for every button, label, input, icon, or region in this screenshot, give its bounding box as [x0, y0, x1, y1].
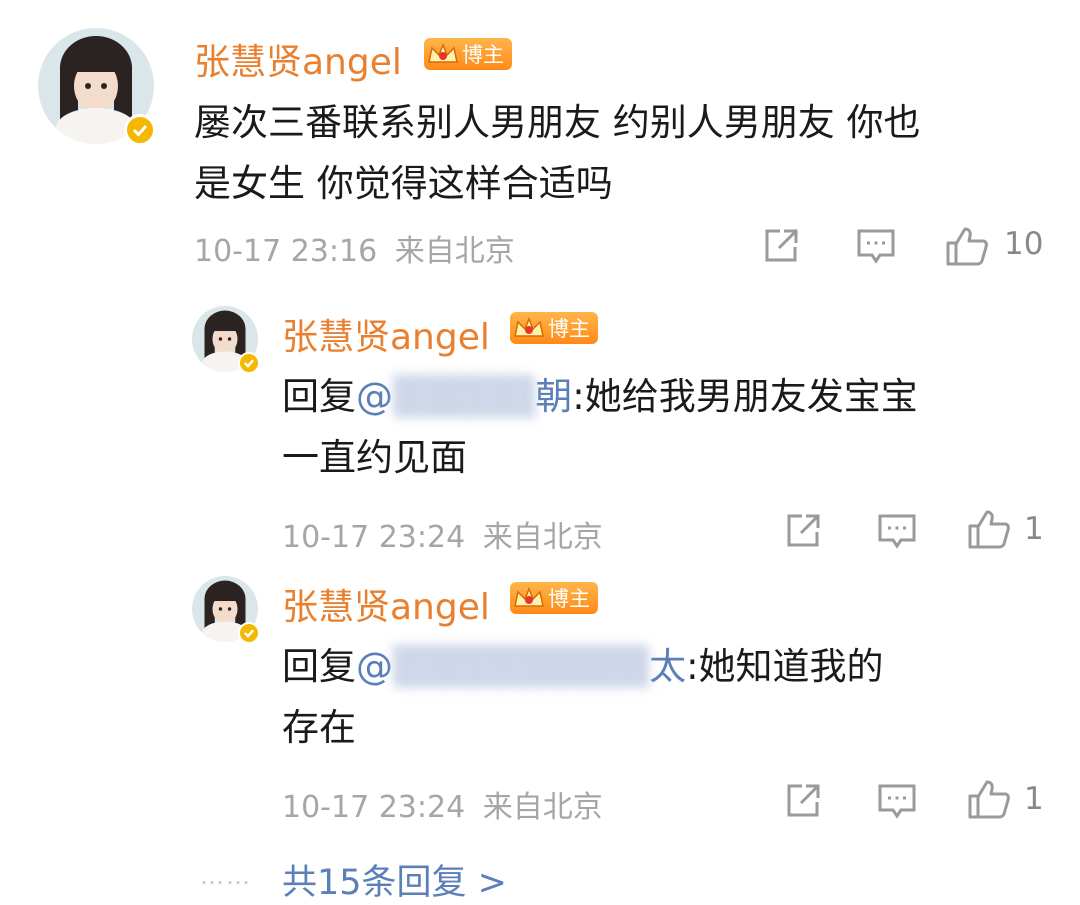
comment-line: 存在: [282, 706, 356, 749]
timestamp: 10-17 23:24: [282, 790, 466, 825]
share-icon[interactable]: [784, 782, 822, 820]
redacted-name: ▒▒▒▒▒: [393, 375, 536, 418]
share-icon[interactable]: [762, 227, 800, 265]
more-replies-link[interactable]: 共15条回复 >: [282, 854, 507, 905]
like-count: 10: [1004, 226, 1044, 262]
badge-label: 博主: [548, 317, 590, 341]
comment-line: 回复@▒▒▒▒▒朝:她给我男朋友发宝宝: [282, 366, 1042, 427]
comment-meta: 10-17 23:24 来自北京: [282, 782, 603, 826]
badge-label: 博主: [462, 43, 504, 67]
crown-icon: [514, 586, 544, 607]
comment-icon[interactable]: [877, 512, 917, 550]
mention-link[interactable]: @▒▒▒▒▒▒▒▒▒太: [356, 645, 686, 688]
verified-icon: [124, 114, 156, 146]
verified-icon: [238, 352, 260, 374]
timestamp: 10-17 23:24: [282, 520, 466, 555]
comment-icon[interactable]: [856, 227, 896, 265]
username[interactable]: 张慧贤angel: [282, 578, 490, 630]
share-icon[interactable]: [784, 512, 822, 550]
reply-text: 回复@▒▒▒▒▒朝:她给我男朋友发宝宝 一直约见面: [282, 366, 1042, 488]
location: 来自北京: [482, 520, 603, 555]
timestamp: 10-17 23:16: [194, 234, 378, 269]
mention-link[interactable]: @▒▒▒▒▒朝: [356, 375, 572, 418]
badge-label: 博主: [548, 587, 590, 611]
like-count: 1: [1024, 781, 1044, 817]
comment-icon[interactable]: [877, 782, 917, 820]
like-icon[interactable]: [967, 778, 1011, 820]
comment-line: 一直约见面: [282, 436, 467, 479]
blogger-badge: 博主: [424, 38, 512, 70]
reply-text: 回复@▒▒▒▒▒▒▒▒▒太:她知道我的 存在: [282, 636, 1042, 758]
location: 来自北京: [394, 234, 515, 269]
avatar[interactable]: [38, 28, 156, 146]
username[interactable]: 张慧贤angel: [282, 308, 490, 360]
comment-text: 屡次三番联系别人男朋友 约别人男朋友 你也 是女生 你觉得这样合适吗: [194, 92, 1034, 214]
crown-icon: [428, 42, 458, 63]
reply-prefix: 回复: [282, 375, 356, 418]
comment-meta: 10-17 23:24 来自北京: [282, 512, 603, 556]
reply-prefix: 回复: [282, 645, 356, 688]
comment-line: 是女生 你觉得这样合适吗: [194, 162, 613, 205]
divider-dots: ……: [200, 862, 252, 890]
verified-icon: [238, 622, 260, 644]
avatar[interactable]: [192, 306, 260, 374]
location: 来自北京: [482, 790, 603, 825]
avatar[interactable]: [192, 576, 260, 644]
comment-line: 回复@▒▒▒▒▒▒▒▒▒太:她知道我的: [282, 636, 1042, 697]
blogger-badge: 博主: [510, 312, 598, 344]
like-count: 1: [1024, 511, 1044, 547]
crown-icon: [514, 316, 544, 337]
like-icon[interactable]: [967, 508, 1011, 550]
blogger-badge: 博主: [510, 582, 598, 614]
username[interactable]: 张慧贤angel: [194, 33, 402, 85]
comment-line: 屡次三番联系别人男朋友 约别人男朋友 你也: [194, 101, 921, 144]
like-icon[interactable]: [945, 225, 989, 267]
redacted-name: ▒▒▒▒▒▒▒▒▒: [393, 645, 650, 688]
comment-meta: 10-17 23:16 来自北京: [194, 226, 515, 270]
